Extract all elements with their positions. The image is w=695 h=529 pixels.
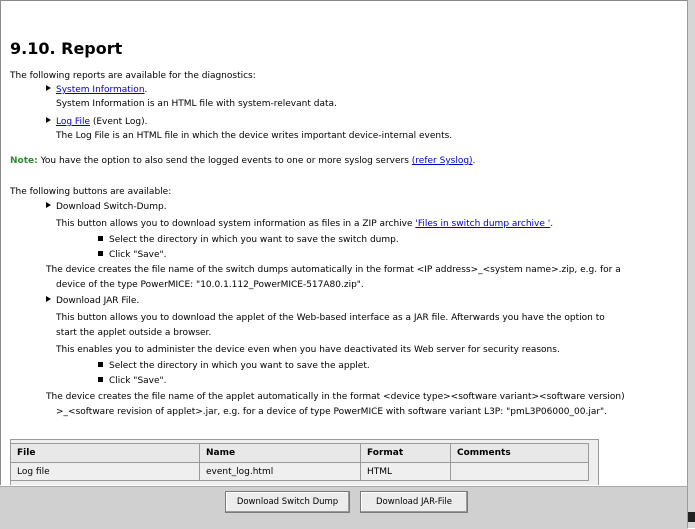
system-info-desc: System Information is an HTML file with … [56, 99, 337, 109]
cell-format: HTML [360, 462, 451, 481]
report-item-log-file: Log File (Event Log). [46, 117, 147, 128]
buttons-intro: The following buttons are available: [10, 187, 172, 197]
cell-file: Log file [10, 462, 200, 481]
triangle-bullet-icon [46, 296, 51, 302]
switch-dump-step-1: Select the directory in which you want t… [98, 235, 399, 246]
note-paragraph: Note: You have the option to also send t… [10, 156, 476, 166]
page-title: 9.10. Report [10, 39, 123, 58]
switch-dump-desc: This button allows you to download syste… [56, 219, 554, 229]
square-bullet-icon [98, 362, 103, 367]
jar-file-desc-2: start the applet outside a browser. [56, 328, 212, 338]
square-bullet-icon [98, 236, 103, 241]
report-item-system-info: System Information. [46, 85, 147, 96]
column-header-format: Format [360, 443, 451, 463]
jar-file-filename-1: The device creates the file name of the … [46, 392, 625, 402]
button-bar: Download Switch Dump Download JAR-File [0, 486, 688, 529]
switch-dump-filename-2: device of the type PowerMICE: "10.0.1.11… [56, 280, 364, 290]
cell-name: event_log.html [199, 462, 361, 481]
column-header-comments: Comments [450, 443, 589, 463]
log-file-desc: The Log File is an HTML file in which th… [56, 131, 453, 141]
refer-syslog-link[interactable]: (refer Syslog) [412, 156, 473, 166]
resize-corner [688, 512, 695, 522]
jar-file-desc-1: This button allows you to download the a… [56, 313, 605, 323]
jar-file-filename-2: >_<software revision of applet>.jar, e.g… [56, 407, 608, 417]
jar-file-step-2: Click "Save". [98, 376, 167, 387]
log-file-link[interactable]: Log File [56, 117, 90, 127]
table-header-row: File Name Format Comments [10, 443, 589, 463]
jar-file-step-1: Select the directory in which you want t… [98, 361, 370, 372]
download-switch-dump-button[interactable]: Download Switch Dump [225, 491, 350, 513]
note-label: Note: [10, 156, 38, 166]
cell-comments [450, 462, 589, 481]
vertical-scrollbar[interactable] [687, 0, 695, 528]
jar-file-title: Download JAR File. [46, 296, 139, 307]
switch-dump-filename-1: The device creates the file name of the … [46, 265, 621, 275]
files-in-switch-dump-link[interactable]: 'Files in switch dump archive ' [415, 219, 550, 229]
table-row: Log file event_log.html HTML [10, 462, 589, 481]
switch-dump-title: Download Switch-Dump. [46, 202, 167, 213]
square-bullet-icon [98, 251, 103, 256]
triangle-bullet-icon [46, 202, 51, 208]
jar-file-desc-3: This enables you to administer the devic… [56, 345, 560, 355]
column-header-file: File [10, 443, 200, 463]
intro-text: The following reports are available for … [10, 71, 256, 81]
system-information-link[interactable]: System Information [56, 85, 145, 95]
column-header-name: Name [199, 443, 361, 463]
download-jar-file-button[interactable]: Download JAR-File [360, 491, 468, 513]
triangle-bullet-icon [46, 117, 51, 123]
switch-dump-step-2: Click "Save". [98, 250, 167, 261]
help-content-frame: 9.10. Report The following reports are a… [0, 0, 689, 485]
file-table: File Name Format Comments Log file event… [10, 443, 589, 481]
triangle-bullet-icon [46, 85, 51, 91]
square-bullet-icon [98, 377, 103, 382]
